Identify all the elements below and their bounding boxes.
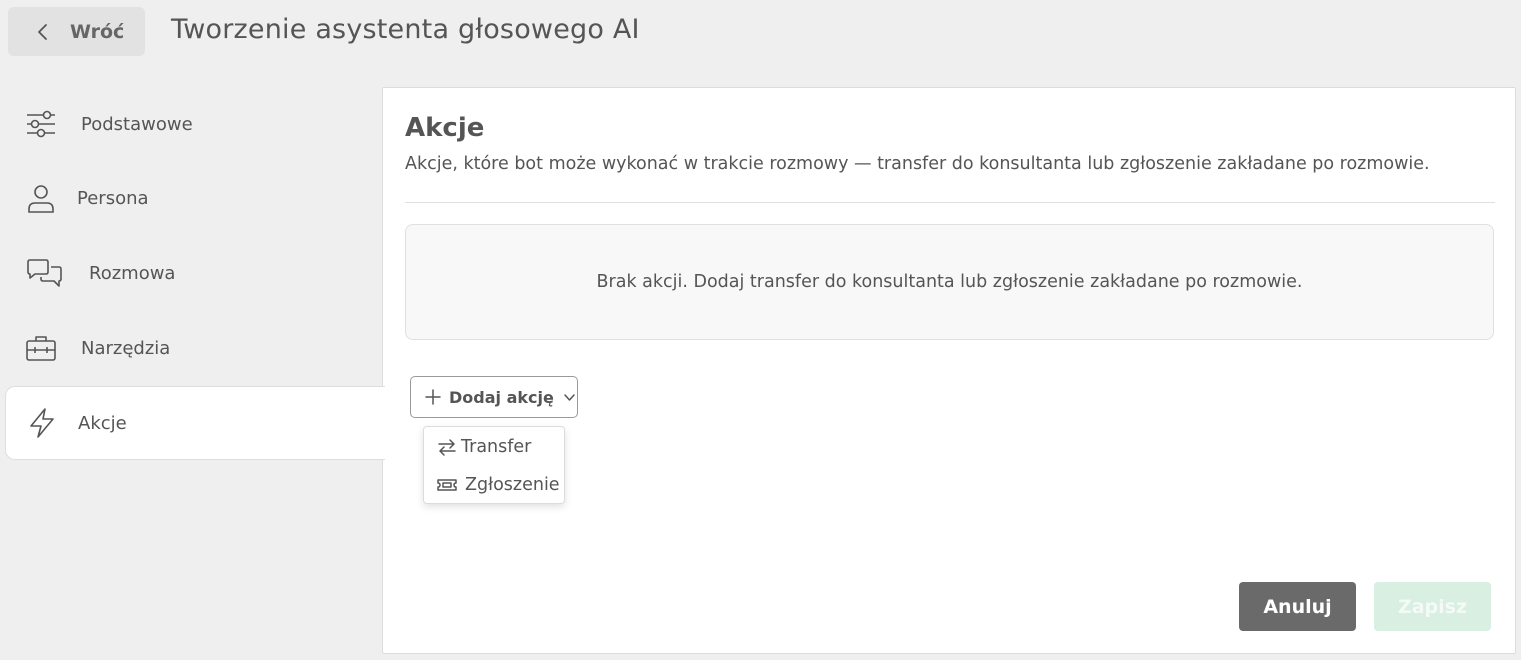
sidebar-item-label: Narzędzia	[81, 337, 171, 359]
sidebar-item-akcje[interactable]: Akcje	[5, 386, 385, 460]
lightning-icon	[26, 407, 58, 439]
swap-arrows-icon	[438, 439, 456, 456]
menu-item-transfer[interactable]: Transfer	[424, 429, 564, 465]
divider	[405, 202, 1495, 203]
back-label: Wróć	[70, 20, 125, 43]
chat-bubbles-icon	[25, 257, 65, 289]
sidebar-item-rozmowa[interactable]: Rozmowa	[5, 236, 385, 310]
sidebar-item-narzedzia[interactable]: Narzędzia	[5, 311, 385, 385]
add-action-dropdown: Transfer Zgłoszenie	[423, 426, 565, 504]
ticket-icon	[437, 479, 457, 491]
add-action-button[interactable]: Dodaj akcję	[410, 376, 578, 418]
cancel-button[interactable]: Anuluj	[1239, 582, 1356, 631]
empty-state-message: Brak akcji. Dodaj transfer do konsultant…	[405, 224, 1494, 340]
back-button[interactable]: Wróć	[8, 7, 145, 56]
section-description: Akcje, które bot może wykonać w trakcie …	[405, 154, 1430, 174]
menu-item-label: Transfer	[461, 437, 532, 457]
menu-item-label: Zgłoszenie	[465, 475, 560, 495]
user-icon	[25, 182, 57, 214]
actions-panel: Akcje Akcje, które bot może wykonać w tr…	[382, 87, 1516, 654]
sidebar-item-label: Rozmowa	[89, 262, 176, 284]
sidebar-item-label: Podstawowe	[81, 113, 193, 135]
chevron-left-icon	[38, 23, 47, 40]
sliders-icon	[25, 108, 57, 140]
sidebar-item-podstawowe[interactable]: Podstawowe	[5, 87, 385, 161]
sidebar-item-label: Akcje	[78, 412, 127, 434]
sidebar-item-label: Persona	[77, 187, 149, 209]
menu-item-zgloszenie[interactable]: Zgłoszenie	[424, 467, 564, 503]
save-button[interactable]: Zapisz	[1374, 582, 1491, 631]
section-title: Akcje	[405, 113, 485, 143]
add-action-label: Dodaj akcję	[449, 387, 554, 407]
toolbox-icon	[25, 332, 57, 364]
chevron-down-icon	[564, 393, 575, 401]
sidebar-item-persona[interactable]: Persona	[5, 161, 385, 235]
page-title: Tworzenie asystenta głosowego AI	[171, 14, 640, 45]
plus-icon	[425, 389, 441, 405]
